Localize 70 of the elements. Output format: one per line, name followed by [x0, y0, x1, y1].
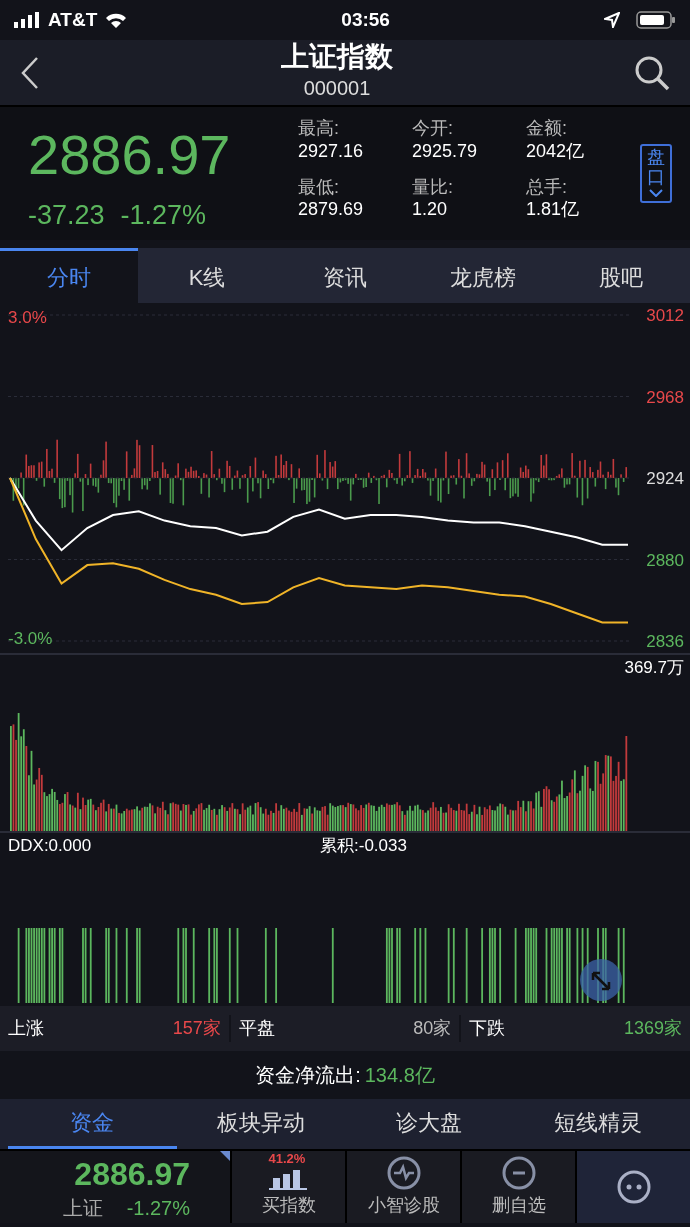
stat-label: 总手:: [526, 175, 568, 198]
stat-value: 2927.16: [298, 139, 365, 162]
signal-icon: [14, 12, 40, 28]
breadth-count: 157家: [172, 1017, 221, 1040]
location-icon: [604, 12, 620, 28]
search-icon: [634, 54, 670, 91]
battery-icon: [636, 11, 676, 29]
stat-value: 1.81亿: [526, 198, 581, 221]
stat-value: 2042亿: [526, 139, 586, 162]
page-title: 上证指数: [280, 42, 394, 73]
axis-label: 2968: [646, 387, 684, 407]
breadth-label: 上涨: [8, 1017, 44, 1040]
chart-tab[interactable]: 分时: [0, 248, 138, 303]
cumulative-label: 累积:-0.033: [320, 835, 407, 857]
chart-tab[interactable]: 龙虎榜: [414, 248, 552, 303]
stat-value: 2925.79: [412, 139, 479, 162]
percent-label: 3.0%: [8, 307, 47, 329]
stat-value: 2879.69: [298, 198, 365, 221]
stat-label: 金额:: [526, 117, 568, 140]
axis-label: 2924: [646, 469, 684, 488]
breadth-label: 下跌: [469, 1017, 506, 1040]
chart-tab[interactable]: K线: [138, 248, 276, 303]
ddx-label: DDX:0.000: [8, 835, 92, 857]
toolbar-button[interactable]: 小智诊股: [345, 1151, 460, 1223]
volume-max-label: 369.7万: [624, 657, 684, 679]
percent-change: -1.27%: [120, 199, 207, 232]
back-icon: [20, 55, 40, 90]
percent-text: 41.2%: [268, 1151, 306, 1165]
chevron-down-icon: [649, 189, 663, 198]
net-flow-label: 资金净流出:: [255, 1063, 361, 1088]
section-tab[interactable]: 板块异动: [176, 1099, 345, 1149]
order-book-button[interactable]: 盘口: [640, 143, 672, 204]
chart-tab[interactable]: 股吧: [552, 248, 690, 303]
stat-label: 量比:: [412, 175, 454, 198]
axis-label: 2836: [646, 632, 684, 651]
toolbar-button[interactable]: [575, 1151, 690, 1223]
breadth-count: 1369家: [623, 1017, 682, 1040]
pulse-icon: [386, 1155, 421, 1190]
toolbar-button[interactable]: 41.2% 买指数: [230, 1151, 345, 1223]
expand-icon: [590, 969, 612, 992]
stat-label: 今开:: [412, 117, 454, 140]
axis-label: 3012: [646, 306, 684, 325]
more-icon: [616, 1170, 651, 1204]
expand-button[interactable]: [580, 959, 622, 1001]
stat-label: 最高:: [298, 117, 340, 140]
section-tab[interactable]: 短线精灵: [513, 1099, 682, 1149]
bar-chart-icon: [268, 1169, 307, 1190]
last-price: 2886.97: [28, 127, 232, 183]
stat-value: 1.20: [412, 198, 449, 221]
back-button[interactable]: [20, 55, 40, 90]
wifi-icon: [105, 12, 128, 28]
search-button[interactable]: [634, 54, 670, 91]
corner-icon: [220, 1151, 230, 1161]
bottom-price: 2886.97: [73, 1155, 190, 1194]
breadth-count: 80家: [413, 1017, 452, 1040]
minus-circle-icon: [501, 1155, 536, 1190]
axis-label: 2880: [646, 550, 684, 570]
carrier-name: AT&T: [48, 7, 98, 32]
stock-code: 000001: [302, 75, 372, 101]
percent-label: -3.0%: [8, 627, 53, 650]
bottom-percent: -1.27%: [126, 1196, 190, 1222]
toolbar-button[interactable]: 删自选: [460, 1151, 575, 1223]
stat-label: 最低:: [298, 175, 340, 198]
price-change: -37.23: [28, 199, 105, 232]
breadth-label: 平盘: [238, 1017, 275, 1040]
section-tab[interactable]: 诊大盘: [345, 1099, 514, 1149]
net-flow-value: 134.8亿: [364, 1063, 435, 1088]
status-time: 03:56: [340, 7, 391, 32]
index-name: 上证: [62, 1196, 103, 1222]
chart-tab[interactable]: 资讯: [276, 248, 414, 303]
